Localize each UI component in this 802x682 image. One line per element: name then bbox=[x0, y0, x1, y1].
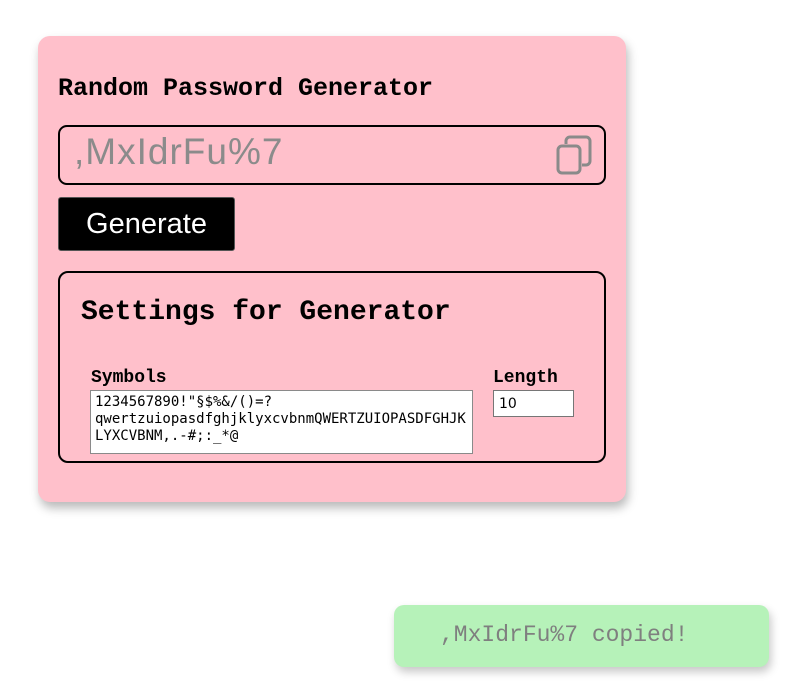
symbols-label: Symbols bbox=[91, 368, 167, 388]
length-input[interactable] bbox=[493, 390, 574, 417]
length-label: Length bbox=[493, 368, 558, 388]
copied-toast: ,MxIdrFu%7 copied! bbox=[394, 605, 769, 667]
password-output-box: ,MxIdrFu%7 bbox=[58, 125, 606, 185]
toast-message: ,MxIdrFu%7 copied! bbox=[440, 622, 689, 648]
settings-panel: Settings for Generator Symbols 123456789… bbox=[58, 271, 606, 463]
symbols-input[interactable]: 1234567890!"§$%&/()=?qwertzuiopasdfghjkl… bbox=[90, 390, 473, 454]
generate-button[interactable]: Generate bbox=[58, 197, 235, 251]
password-display: ,MxIdrFu%7 bbox=[74, 131, 284, 172]
page-title: Random Password Generator bbox=[58, 74, 434, 103]
password-generator-card: Random Password Generator ,MxIdrFu%7 Gen… bbox=[38, 36, 626, 502]
copy-icon[interactable] bbox=[556, 135, 592, 175]
settings-title: Settings for Generator bbox=[81, 297, 451, 328]
